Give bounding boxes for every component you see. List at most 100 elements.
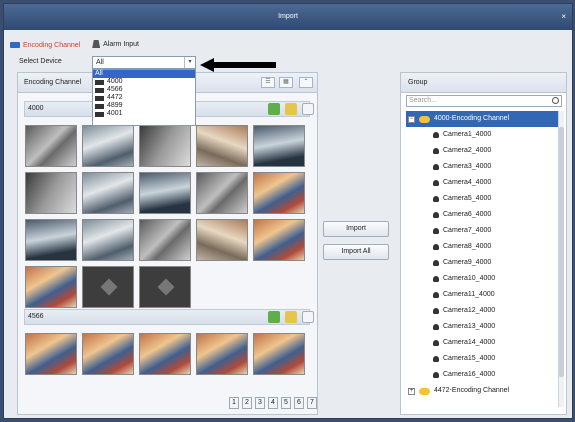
scrollbar-thumb[interactable] — [559, 127, 564, 377]
tree-node-label: 4472-Encoding Channel — [434, 387, 510, 394]
search-icon[interactable] — [552, 97, 559, 104]
page-button[interactable]: 5 — [281, 397, 291, 409]
device-select[interactable]: All ▾ — [92, 56, 196, 69]
dropdown-option[interactable]: 4000 — [93, 78, 195, 86]
collapse-icon[interactable]: − — [408, 115, 415, 123]
expand-icon[interactable]: + — [408, 387, 415, 395]
group-name: 4000 — [28, 105, 44, 112]
channel-thumbnail[interactable] — [25, 172, 77, 214]
tree-node-camera[interactable]: Camera2_4000 — [406, 143, 558, 159]
option-label: All — [95, 70, 103, 77]
panel-title: Encoding Channel — [24, 79, 82, 86]
device-icon — [95, 111, 104, 117]
thumbnail-grid-4000 — [25, 125, 305, 308]
tree-node-camera[interactable]: Camera6_4000 — [406, 207, 558, 223]
page-button[interactable]: 6 — [294, 397, 304, 409]
dropdown-option[interactable]: 4899 — [93, 102, 195, 110]
tree-node-root[interactable]: − 4000-Encoding Channel — [406, 111, 558, 127]
import-all-button[interactable]: Import All — [323, 244, 389, 260]
add-icon[interactable] — [268, 311, 280, 323]
channel-thumbnail[interactable] — [82, 219, 134, 261]
camera-icon — [433, 372, 439, 378]
collapse-icon[interactable]: ⌃ — [299, 77, 313, 88]
tree-node-camera[interactable]: Camera4_4000 — [406, 175, 558, 191]
channel-thumbnail-no-signal[interactable] — [139, 266, 191, 308]
folder-icon[interactable] — [285, 311, 297, 323]
import-dialog: Import × Encoding Channel Alarm Input Se… — [3, 3, 573, 419]
camera-icon — [433, 244, 439, 250]
tree-node-camera[interactable]: Camera5_4000 — [406, 191, 558, 207]
page-button[interactable]: 3 — [255, 397, 265, 409]
import-button[interactable]: Import — [323, 221, 389, 237]
tab-alarm-input[interactable]: Alarm Input — [92, 40, 139, 48]
alarm-input-icon — [92, 40, 101, 48]
channel-thumbnail[interactable] — [25, 219, 77, 261]
channel-thumbnail[interactable] — [196, 219, 248, 261]
pagination: 1234567 — [229, 397, 317, 409]
page-button[interactable]: 7 — [307, 397, 317, 409]
panel-title: Group — [408, 79, 428, 86]
channel-thumbnail[interactable] — [196, 125, 248, 167]
tree-node-camera[interactable]: Camera9_4000 — [406, 255, 558, 271]
channel-thumbnail[interactable] — [82, 333, 134, 375]
tree-node-camera[interactable]: Camera7_4000 — [406, 223, 558, 239]
grid-view-icon[interactable]: ▦ — [279, 77, 293, 88]
tree-node-label: 4000-Encoding Channel — [434, 115, 510, 122]
tab-label: Alarm Input — [103, 40, 139, 48]
camera-label: Camera7_4000 — [443, 227, 492, 234]
tree-node-camera[interactable]: Camera10_4000 — [406, 271, 558, 287]
channel-thumbnail[interactable] — [82, 172, 134, 214]
group-panel: Group Search... − 4000-Encoding Channel … — [400, 72, 567, 415]
vertical-scrollbar[interactable] — [558, 111, 564, 407]
channel-thumbnail[interactable] — [139, 219, 191, 261]
channel-thumbnail[interactable] — [196, 172, 248, 214]
collapse-icon[interactable] — [302, 311, 314, 323]
camera-label: Camera13_4000 — [443, 323, 496, 330]
camera-icon — [433, 340, 439, 346]
tree-node-camera[interactable]: Camera11_4000 — [406, 287, 558, 303]
add-icon[interactable] — [268, 103, 280, 115]
camera-icon — [433, 196, 439, 202]
camera-label: Camera2_4000 — [443, 147, 492, 154]
channel-thumbnail[interactable] — [25, 125, 77, 167]
channel-thumbnail-no-signal[interactable] — [82, 266, 134, 308]
channel-thumbnail[interactable] — [196, 333, 248, 375]
camera-icon — [433, 132, 439, 138]
page-button[interactable]: 2 — [242, 397, 252, 409]
page-button[interactable]: 1 — [229, 397, 239, 409]
channel-thumbnail[interactable] — [82, 125, 134, 167]
tree-node-camera[interactable]: Camera13_4000 — [406, 319, 558, 335]
channel-thumbnail[interactable] — [253, 125, 305, 167]
list-view-icon[interactable]: ☰ — [261, 77, 275, 88]
channel-thumbnail[interactable] — [139, 125, 191, 167]
tree-node-camera[interactable]: Camera14_4000 — [406, 335, 558, 351]
tree-node-camera[interactable]: Camera1_4000 — [406, 127, 558, 143]
dropdown-option[interactable]: 4566 — [93, 86, 195, 94]
dropdown-option[interactable]: All — [93, 70, 195, 78]
folder-icon[interactable] — [285, 103, 297, 115]
close-icon[interactable]: × — [561, 4, 566, 30]
channel-thumbnail[interactable] — [253, 219, 305, 261]
group-bar-4566: 4566 — [24, 309, 314, 325]
tree-node-root[interactable]: + 4472-Encoding Channel — [406, 383, 558, 399]
tab-encoding-channel[interactable]: Encoding Channel — [10, 42, 80, 49]
tree-node-camera[interactable]: Camera16_4000 — [406, 367, 558, 383]
collapse-icon[interactable] — [302, 103, 314, 115]
page-button[interactable]: 4 — [268, 397, 278, 409]
chevron-down-icon[interactable]: ▾ — [184, 57, 195, 68]
tree-node-camera[interactable]: Camera12_4000 — [406, 303, 558, 319]
channel-thumbnail[interactable] — [139, 172, 191, 214]
dropdown-option[interactable]: 4001 — [93, 110, 195, 118]
dropdown-option[interactable]: 4472 — [93, 94, 195, 102]
channel-thumbnail[interactable] — [253, 333, 305, 375]
tree-node-camera[interactable]: Camera3_4000 — [406, 159, 558, 175]
channel-thumbnail[interactable] — [253, 172, 305, 214]
tree-node-camera[interactable]: Camera15_4000 — [406, 351, 558, 367]
tree-node-camera[interactable]: Camera8_4000 — [406, 239, 558, 255]
camera-label: Camera8_4000 — [443, 243, 492, 250]
search-input[interactable]: Search... — [406, 95, 562, 107]
channel-thumbnail[interactable] — [25, 333, 77, 375]
channel-thumbnail[interactable] — [25, 266, 77, 308]
channel-thumbnail[interactable] — [139, 333, 191, 375]
device-icon — [95, 79, 104, 85]
